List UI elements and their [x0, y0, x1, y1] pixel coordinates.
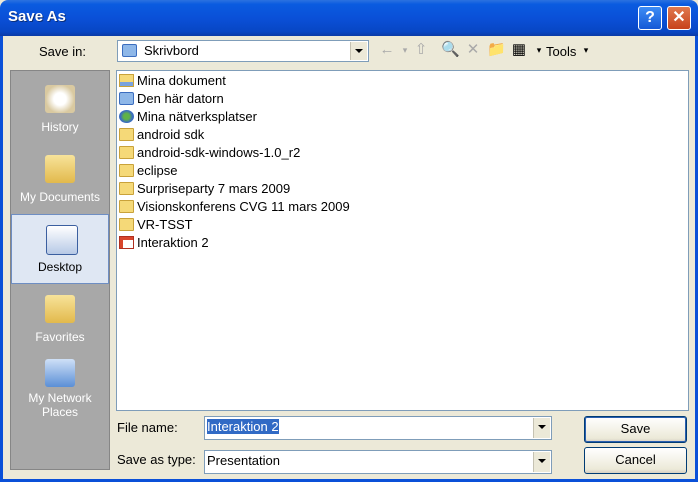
- tools-menu[interactable]: Tools: [546, 44, 576, 59]
- folder-icon: [119, 128, 134, 141]
- list-item[interactable]: VR-TSST: [119, 216, 193, 234]
- save-as-type-value: Presentation: [207, 453, 280, 468]
- cancel-button[interactable]: Cancel: [584, 447, 687, 474]
- file-list[interactable]: Mina dokument Den här datorn Mina nätver…: [116, 70, 689, 411]
- views-icon[interactable]: ▦: [510, 41, 528, 59]
- save-in-combo[interactable]: Skrivbord: [117, 40, 369, 62]
- my-documents-icon: [45, 155, 75, 183]
- network-icon: [119, 110, 134, 123]
- place-my-documents[interactable]: My Documents: [11, 145, 109, 215]
- favorites-icon: [45, 295, 75, 323]
- chevron-down-icon[interactable]: [533, 418, 550, 438]
- computer-icon: [119, 92, 134, 105]
- help-button[interactable]: ?: [638, 6, 662, 30]
- folder-icon: [119, 182, 134, 195]
- save-as-type-select[interactable]: Presentation: [204, 450, 552, 474]
- place-favorites[interactable]: Favorites: [11, 285, 109, 355]
- file-name-label: File name:: [117, 420, 178, 435]
- window-title: Save As: [8, 8, 66, 25]
- up-folder-icon[interactable]: ⇧: [412, 41, 430, 59]
- list-item[interactable]: Surpriseparty 7 mars 2009: [119, 180, 290, 198]
- folder-icon: [119, 146, 134, 159]
- place-label: Favorites: [35, 330, 85, 344]
- place-label: History: [41, 120, 79, 134]
- new-folder-icon[interactable]: 📁: [487, 41, 506, 59]
- save-as-type-label: Save as type:: [117, 452, 196, 467]
- chevron-down-icon[interactable]: [533, 452, 550, 472]
- desktop-icon: [46, 225, 78, 255]
- place-label: My Documents: [19, 190, 101, 204]
- list-item[interactable]: Interaktion 2: [119, 234, 209, 252]
- save-as-dialog: Save As ? ✕ Save in: Skrivbord ← ▾ ⇧ 🔍 ✕…: [0, 0, 698, 482]
- search-web-icon[interactable]: 🔍: [441, 41, 460, 59]
- list-item[interactable]: Visionskonferens CVG 11 mars 2009: [119, 198, 350, 216]
- history-icon: [45, 85, 75, 113]
- close-button[interactable]: ✕: [667, 6, 691, 30]
- place-label: My Network Places: [28, 391, 92, 419]
- back-icon[interactable]: ←: [378, 41, 396, 59]
- window-border-left: [0, 36, 3, 482]
- place-history[interactable]: History: [11, 75, 109, 145]
- presentation-file-icon: [119, 236, 134, 249]
- places-bar: History My Documents Desktop Favorites M…: [10, 70, 110, 470]
- list-item[interactable]: Den här datorn: [119, 90, 224, 108]
- chevron-down-icon[interactable]: [350, 42, 367, 60]
- folder-icon: [119, 164, 134, 177]
- delete-icon[interactable]: ✕: [464, 41, 482, 59]
- place-label: Desktop: [37, 260, 83, 274]
- network-places-icon: [45, 359, 75, 387]
- save-in-value: Skrivbord: [144, 43, 199, 58]
- list-item[interactable]: Mina dokument: [119, 72, 226, 90]
- my-documents-folder-icon: [119, 74, 134, 87]
- place-desktop[interactable]: Desktop: [11, 214, 109, 284]
- tools-dropdown-icon[interactable]: ▾: [577, 41, 595, 59]
- list-item[interactable]: android sdk: [119, 126, 204, 144]
- file-name-input[interactable]: Interaktion 2: [204, 416, 552, 440]
- folder-icon: [119, 200, 134, 213]
- list-item[interactable]: android-sdk-windows-1.0_r2: [119, 144, 300, 162]
- place-my-network-places[interactable]: My Network Places: [11, 355, 109, 427]
- list-item[interactable]: Mina nätverksplatser: [119, 108, 257, 126]
- folder-icon: [119, 218, 134, 231]
- desktop-small-icon: [122, 44, 137, 57]
- save-in-label: Save in:: [39, 44, 86, 59]
- list-item[interactable]: eclipse: [119, 162, 177, 180]
- title-bar[interactable]: Save As ? ✕: [0, 0, 698, 36]
- save-button[interactable]: Save: [584, 416, 687, 443]
- file-name-value: Interaktion 2: [207, 419, 279, 434]
